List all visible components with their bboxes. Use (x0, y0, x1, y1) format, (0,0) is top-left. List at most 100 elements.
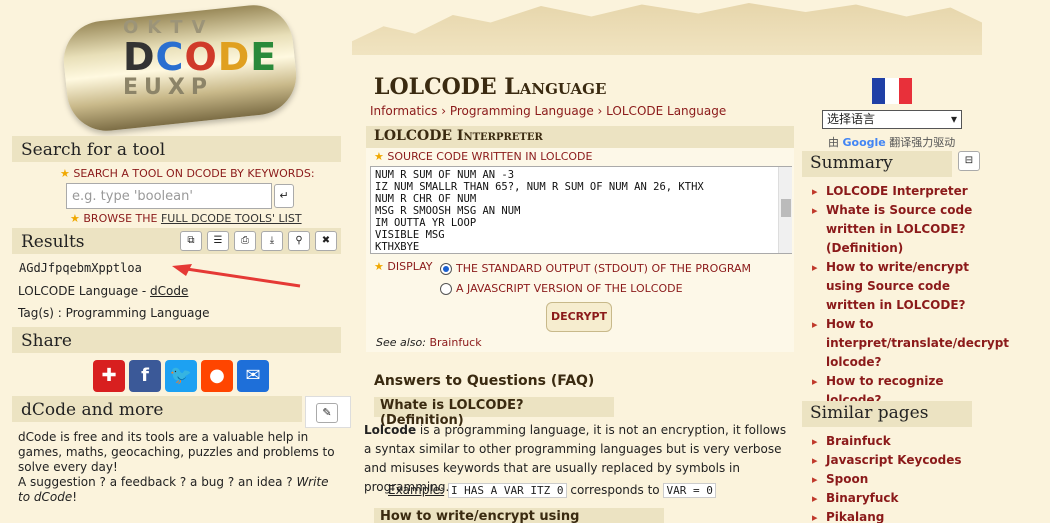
search-keywords-label: ★ SEARCH A TOOL ON DCODE BY KEYWORDS: (60, 167, 315, 180)
star-icon: ★ (70, 212, 80, 225)
breadcrumb: Informatics › Programming Language › LOL… (370, 104, 727, 118)
option-stdout-label: THE STANDARD OUTPUT (STDOUT) OF THE PROG… (456, 262, 752, 275)
full-tools-list-link[interactable]: FULL DCODE TOOLS' LIST (161, 212, 302, 225)
search-submit-button[interactable]: ↵ (274, 184, 294, 208)
share-title: Share (12, 327, 341, 353)
logo-letter: D (217, 35, 251, 79)
twitter-icon[interactable]: 🐦 (165, 360, 197, 392)
keywords-text: SEARCH A TOOL ON DCODE BY KEYWORDS: (73, 167, 315, 180)
logo-letter: C (155, 35, 185, 79)
database-icon[interactable]: ☰ (207, 231, 229, 251)
example-code-1: I HAS A VAR ITZ 0 (447, 483, 567, 498)
summary-list: LOLCODE Interpreter Whate is Source code… (810, 182, 1009, 410)
dcode-more-title: dCode and more (12, 396, 302, 422)
similar-item[interactable]: Pikalang (810, 508, 982, 523)
decrypt-button[interactable]: DECRYPT (546, 302, 612, 332)
dcode-link[interactable]: dCode (150, 284, 188, 298)
pencil-icon[interactable]: ✎ (316, 403, 338, 423)
print-icon[interactable]: ⎙ (234, 231, 256, 251)
close-icon[interactable]: ✖ (315, 231, 337, 251)
logo-bottom-row: EUXP (123, 75, 213, 100)
example-mid: corresponds to (570, 483, 660, 497)
browse-prefix: BROWSE THE (83, 212, 161, 225)
code-scrollbar[interactable] (778, 167, 792, 253)
star-icon: ★ (60, 167, 70, 180)
lang-prefix: LOLCODE Language - (18, 284, 151, 298)
search-title: Search for a tool (12, 136, 341, 162)
breadcrumb-lolcode[interactable]: LOLCODE Language (606, 104, 726, 118)
display-label-text: DISPLAY (387, 260, 433, 273)
option-javascript-label: A JAVASCRIPT VERSION OF THE LOLCODE (456, 282, 683, 295)
faq-title: Answers to Questions (FAQ) (374, 373, 595, 389)
pin-icon[interactable]: ⚲ (288, 231, 310, 251)
radio-stdout[interactable] (440, 262, 452, 275)
result-language: LOLCODE Language - dCode (18, 284, 188, 298)
see-also-label: See also: (376, 336, 426, 349)
faq-example: Example: I HAS A VAR ITZ 0 corresponds t… (388, 483, 716, 498)
copy-icon[interactable]: ⧉ (180, 231, 202, 251)
breadcrumb-programming[interactable]: Programming Language (450, 104, 594, 118)
browse-tools: ★ BROWSE THE FULL DCODE TOOLS' LIST (70, 212, 302, 225)
more-suggestion: A suggestion ? a feedback ? a bug ? an i… (18, 475, 297, 489)
powered-prefix: 由 (828, 136, 843, 149)
page-title: LOLCODE Language (374, 74, 607, 100)
similar-item[interactable]: Brainfuck (810, 432, 982, 451)
red-arrow-annotation (172, 264, 301, 288)
collapse-icon[interactable]: ⊟ (958, 151, 980, 171)
enter-icon: ↵ (279, 189, 289, 202)
display-label: ★ DISPLAY (374, 260, 432, 273)
interpreter-title: LOLCODE Interpreter (366, 126, 794, 148)
result-tags: Tag(s) : Programming Language (18, 306, 210, 320)
similar-item[interactable]: Spoon (810, 470, 982, 489)
summary-title: Summary (802, 151, 952, 177)
french-flag-icon[interactable] (872, 78, 912, 104)
faq-question-2: How to write/encrypt using LOLCODE? (374, 508, 664, 523)
summary-item[interactable]: How to write/encrypt using Source code w… (810, 258, 982, 315)
google-logo: Google (842, 136, 886, 149)
similar-list: Brainfuck Javascript Keycodes Spoon Bina… (810, 432, 982, 523)
source-code-label: ★ SOURCE CODE WRITTEN IN LOLCODE (374, 150, 592, 163)
similar-title: Similar pages (802, 401, 972, 427)
similar-item[interactable]: Javascript Keycodes (810, 451, 982, 470)
logo-letter: O (184, 35, 218, 79)
share-plus-icon[interactable]: ✚ (93, 360, 125, 392)
scrollbar-thumb[interactable] (781, 199, 791, 217)
main-content: LOLCODE Language Informatics › Programmi… (352, 0, 982, 523)
translate-text: 翻译强力驱动 (885, 136, 956, 149)
download-icon[interactable]: ⤓ (261, 231, 283, 251)
see-also: See also: Brainfuck (376, 336, 482, 349)
source-code-textarea[interactable]: NUM R SUM OF NUM AN -3 IZ NUM SMALLR THA… (370, 166, 792, 254)
option-javascript[interactable]: A JAVASCRIPT VERSION OF THE LOLCODE (440, 282, 683, 295)
star-icon: ★ (374, 150, 384, 163)
summary-item[interactable]: Whate is Source code written in LOLCODE?… (810, 201, 982, 258)
example-code-2: VAR = 0 (663, 483, 716, 498)
more-description: dCode is free and its tools are a valuab… (18, 430, 335, 474)
example-label: Example: (388, 483, 445, 497)
result-value: AGdJfpqebmXpptloa (19, 261, 142, 275)
answer-bold: Lolcode (364, 423, 417, 437)
radio-javascript[interactable] (440, 282, 452, 295)
more-end: ! (72, 490, 78, 504)
similar-item[interactable]: Binaryfuck (810, 489, 982, 508)
reddit-icon[interactable]: ● (201, 360, 233, 392)
language-select[interactable]: 选择语言 (822, 110, 962, 129)
summary-item[interactable]: How to interpret/translate/decrypt lolco… (810, 315, 1009, 372)
brainfuck-link[interactable]: Brainfuck (429, 336, 481, 349)
share-buttons: ✚ f 🐦 ● ✉ (93, 360, 269, 392)
logo-letters: DCODE (123, 35, 277, 79)
source-label-text: SOURCE CODE WRITTEN IN LOLCODE (387, 150, 593, 163)
option-stdout[interactable]: THE STANDARD OUTPUT (STDOUT) OF THE PROG… (440, 262, 751, 275)
dcode-logo[interactable]: OKTV DCODE EUXP (45, 1, 315, 135)
results-toolbar: ⧉ ☰ ⎙ ⤓ ⚲ ✖ (180, 231, 337, 251)
breadcrumb-informatics[interactable]: Informatics (370, 104, 437, 118)
search-input[interactable]: e.g. type 'boolean' (66, 183, 272, 209)
summary-item[interactable]: LOLCODE Interpreter (810, 182, 982, 201)
faq-question-1: Whate is LOLCODE? (Definition) (374, 397, 614, 428)
facebook-icon[interactable]: f (129, 360, 161, 392)
star-icon: ★ (374, 260, 384, 273)
google-translate-credit: 由 Google 翻译强力驱动 (828, 134, 955, 150)
email-icon[interactable]: ✉ (237, 360, 269, 392)
logo-letter: E (250, 35, 278, 79)
logo-letter: D (123, 35, 156, 79)
interpreter-panel: ★ SOURCE CODE WRITTEN IN LOLCODE NUM R S… (366, 148, 794, 352)
